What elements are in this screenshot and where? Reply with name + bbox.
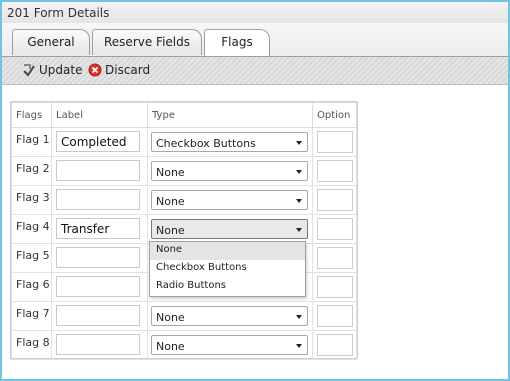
window-title: 201 Form Details [7, 6, 110, 20]
chevron-down-icon [296, 170, 302, 174]
label-input[interactable] [56, 276, 140, 297]
type-select[interactable]: None [151, 335, 308, 355]
table-row: Flag 2 None [11, 156, 357, 186]
discard-icon [88, 63, 102, 77]
tab-general[interactable]: General [12, 29, 90, 55]
header-flags: Flags [11, 102, 52, 128]
option-input[interactable] [317, 334, 353, 356]
tab-strip: General Reserve Fields Flags [2, 23, 508, 57]
table-row: Flag 8 None [11, 330, 357, 360]
type-select[interactable]: None [151, 161, 308, 181]
discard-label: Discard [105, 63, 151, 77]
chevron-down-icon [296, 228, 302, 232]
dropdown-option-checkbox-buttons[interactable]: Checkbox Buttons [150, 260, 305, 278]
discard-button[interactable]: Discard [88, 63, 150, 77]
update-button[interactable]: Update [22, 63, 82, 77]
option-input[interactable] [317, 189, 353, 211]
type-value: None [156, 224, 185, 237]
flag-name: Flag 7 [16, 307, 50, 320]
toolbar: Update Discard [2, 57, 508, 85]
flag-name: Flag 3 [16, 191, 50, 204]
tab-flags[interactable]: Flags [204, 29, 270, 56]
chevron-down-icon [296, 315, 302, 319]
dropdown-option-radio-buttons[interactable]: Radio Buttons [150, 278, 305, 296]
title-bar: 201 Form Details [2, 2, 508, 24]
label-input[interactable]: Completed [56, 131, 140, 152]
label-input[interactable] [56, 334, 140, 355]
flag-name: Flag 4 [16, 220, 50, 233]
option-input[interactable] [317, 247, 353, 269]
flag-name: Flag 2 [16, 162, 50, 175]
type-select[interactable]: None [151, 190, 308, 210]
type-dropdown-list: None Checkbox Buttons Radio Buttons [149, 241, 306, 297]
table-row: Flag 3 None [11, 185, 357, 215]
flag-name: Flag 8 [16, 336, 50, 349]
flags-grid: Flags Label Type Option Flag 1 Completed… [10, 101, 358, 360]
header-option: Option [312, 102, 357, 128]
flag-name: Flag 1 [16, 133, 50, 146]
option-input[interactable] [317, 218, 353, 240]
chevron-down-icon [296, 199, 302, 203]
type-select[interactable]: None [151, 306, 308, 326]
type-select[interactable]: Checkbox Buttons [151, 132, 308, 152]
header-label: Label [51, 102, 148, 128]
flag-name: Flag 6 [16, 278, 50, 291]
label-input[interactable] [56, 305, 140, 326]
option-input[interactable] [317, 131, 353, 153]
chevron-down-icon [296, 344, 302, 348]
chevron-down-icon [296, 141, 302, 145]
tab-reserve-fields[interactable]: Reserve Fields [92, 29, 202, 55]
type-select-open[interactable]: None [151, 219, 308, 239]
label-input[interactable]: Transfer [56, 218, 140, 239]
option-input[interactable] [317, 276, 353, 298]
option-input[interactable] [317, 305, 353, 327]
table-row: Flag 7 None [11, 301, 357, 331]
table-row: Flag 1 Completed Checkbox Buttons [11, 127, 357, 157]
label-input[interactable] [56, 160, 140, 181]
dropdown-option-none[interactable]: None [150, 242, 305, 260]
flag-name: Flag 5 [16, 249, 50, 262]
type-value: Checkbox Buttons [156, 137, 256, 150]
label-input[interactable] [56, 247, 140, 268]
type-value: None [156, 311, 185, 324]
table-row: Flag 4 Transfer None [11, 214, 357, 244]
option-input[interactable] [317, 160, 353, 182]
type-value: None [156, 340, 185, 353]
grid-header-row: Flags Label Type Option [11, 102, 357, 128]
update-icon [22, 63, 36, 77]
label-input[interactable] [56, 189, 140, 210]
header-type: Type [147, 102, 313, 128]
update-label: Update [39, 63, 83, 77]
type-value: None [156, 195, 185, 208]
type-value: None [156, 166, 185, 179]
